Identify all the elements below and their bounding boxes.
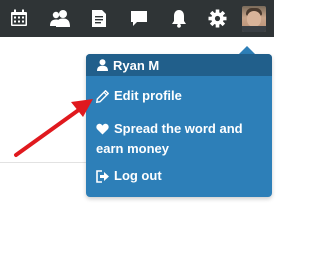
annotation-arrow [14, 99, 93, 157]
